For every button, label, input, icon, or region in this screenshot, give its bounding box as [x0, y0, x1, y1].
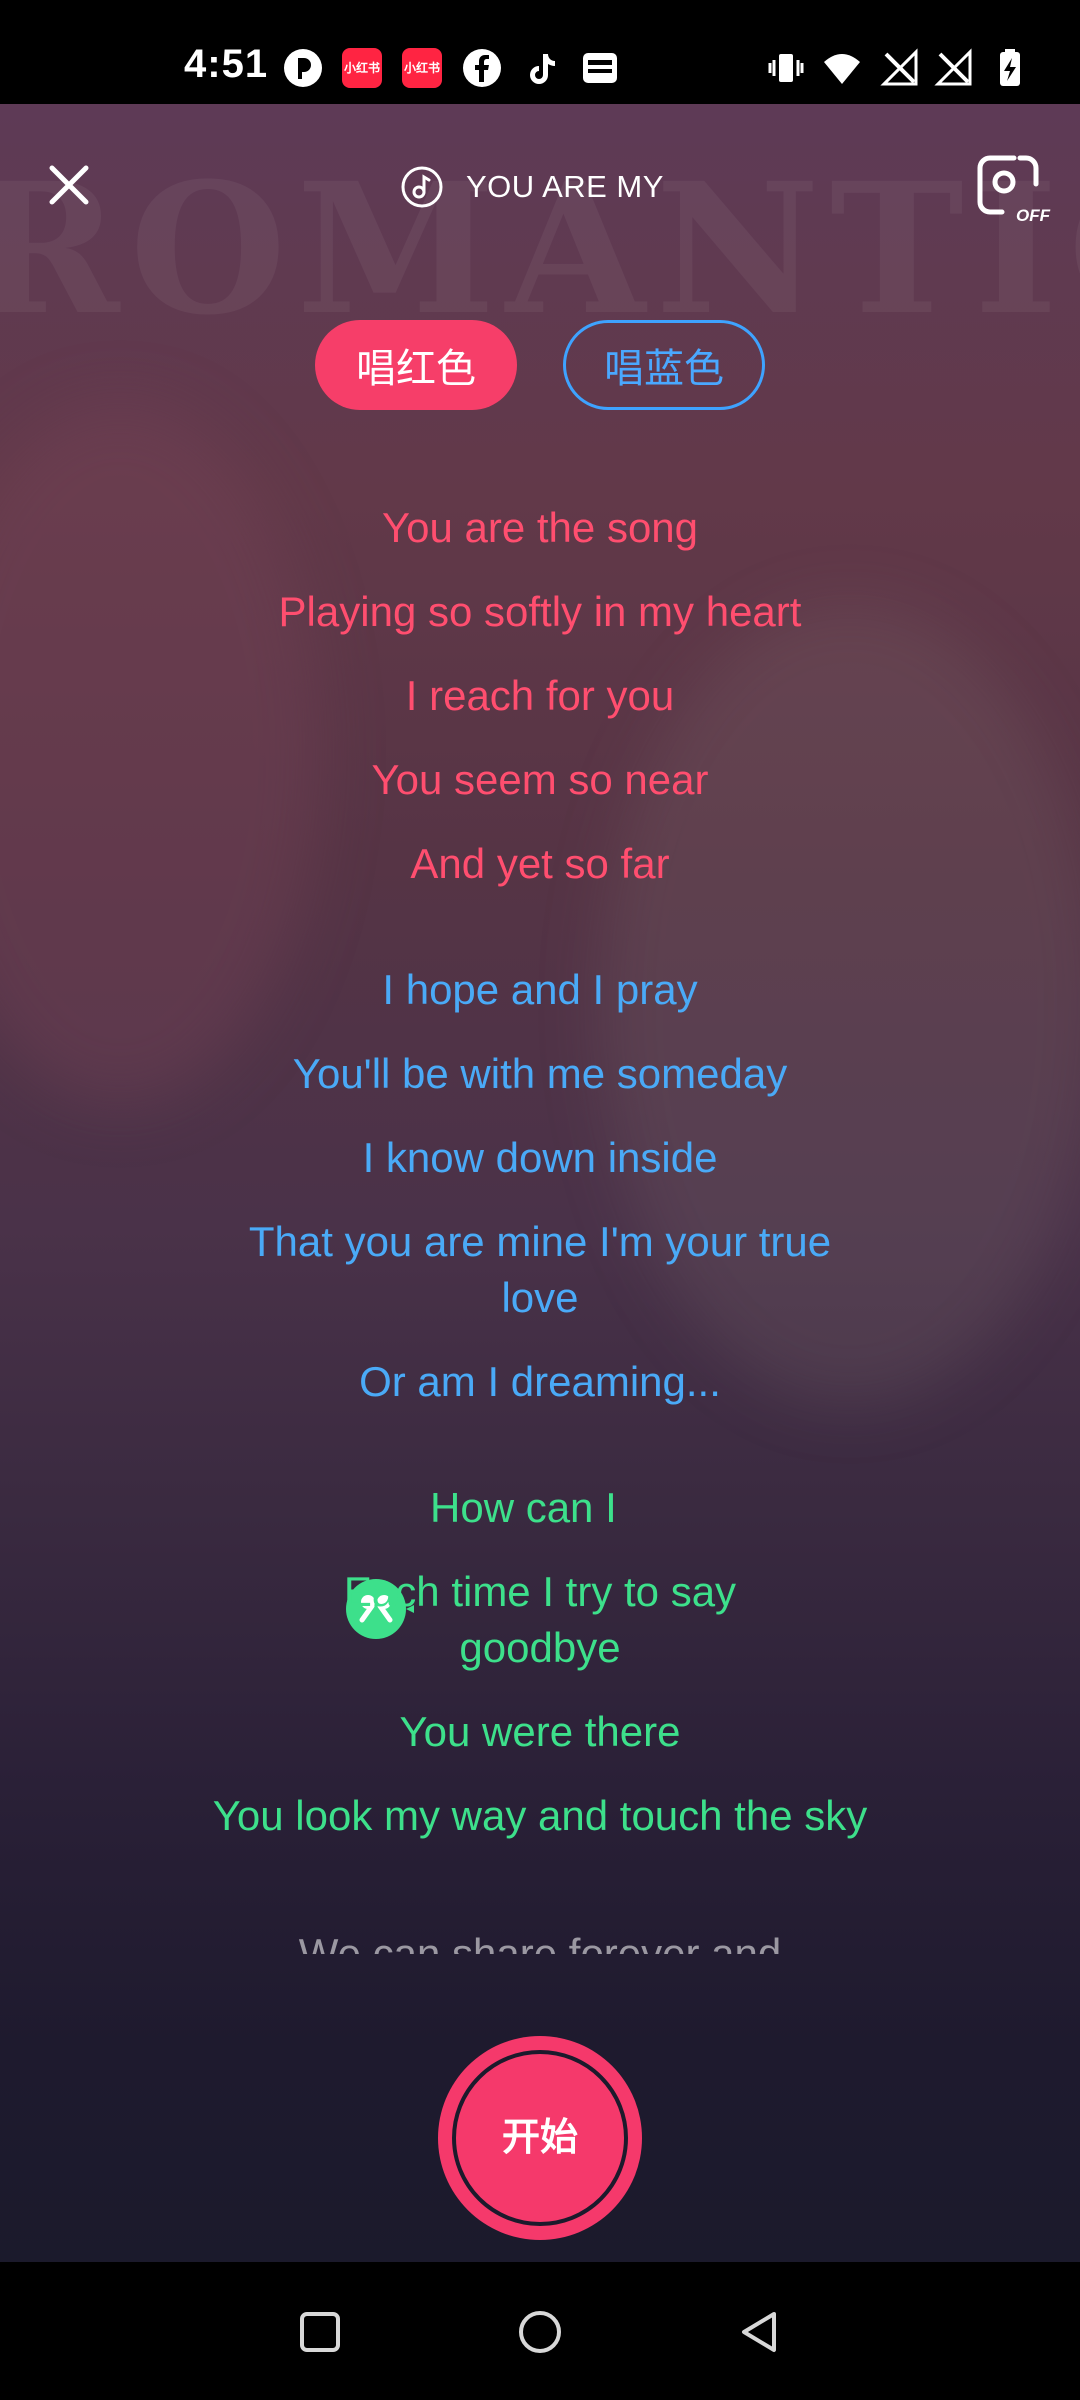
status-bar: 4:51 小红书 小红书: [0, 0, 1080, 104]
lyric-line: And yet so far: [410, 840, 670, 887]
battery-charging-icon: [1000, 49, 1020, 86]
status-time: 4:51: [184, 42, 269, 86]
lyric-line: You look my way and touch the sky: [212, 1792, 868, 1839]
lyric-line: You seem so near: [371, 756, 709, 803]
lyric-line: I reach for you: [405, 672, 675, 719]
music-note-icon: [401, 166, 443, 208]
lyric-line: How can I: [430, 1484, 617, 1531]
lyric-line: Playing so softly in my heart: [278, 588, 802, 635]
facebook-icon: [463, 49, 501, 87]
recent-apps-icon[interactable]: [296, 2308, 344, 2356]
lyric-line: You are the song: [381, 504, 699, 551]
close-icon[interactable]: [42, 158, 96, 212]
karaoke-screen: ROMANTIC YOU ARE MY OFF 唱红色 唱蓝色 You are …: [0, 104, 1080, 2262]
wifi-icon: [824, 54, 860, 84]
no-signal-icon: [880, 48, 918, 86]
lyric-line: You'll be with me someday: [292, 1050, 788, 1097]
lyric-line: Or am I dreaming...: [359, 1358, 721, 1405]
lyric-line: That you are mine I'm your true love: [248, 1218, 832, 1321]
start-button-label: 开始: [501, 2117, 578, 2159]
song-title: YOU ARE MY: [466, 169, 664, 204]
camera-state-label: OFF: [1016, 206, 1050, 225]
navigation-bar: [0, 2262, 1080, 2400]
tiktok-icon: [530, 54, 555, 84]
xiaohongshu-icon: 小红书: [342, 48, 382, 88]
lyric-line: I hope and I pray: [382, 966, 698, 1013]
wallet-icon: [583, 53, 617, 83]
lyric-line: You were there: [399, 1708, 681, 1755]
sing-red-button[interactable]: 唱红色: [315, 320, 517, 410]
xiaohongshu-icon: 小红书: [402, 48, 442, 88]
camera-toggle-button[interactable]: OFF: [976, 154, 1050, 225]
no-signal-icon: [934, 48, 972, 86]
lyric-line: Each time I try to say goodbye: [343, 1568, 737, 1671]
sing-blue-button[interactable]: 唱蓝色: [563, 320, 765, 410]
tiktok-alt-icon: [284, 49, 322, 87]
lyric-line-faded: We can share forever and: [298, 1930, 782, 1954]
song-header: YOU ARE MY: [400, 162, 664, 212]
lyric-line: I know down inside: [362, 1134, 718, 1181]
vibrate-icon: [768, 54, 804, 82]
back-icon[interactable]: [736, 2308, 784, 2356]
home-icon[interactable]: [516, 2308, 564, 2356]
start-recording-button[interactable]: 开始: [438, 2036, 642, 2240]
